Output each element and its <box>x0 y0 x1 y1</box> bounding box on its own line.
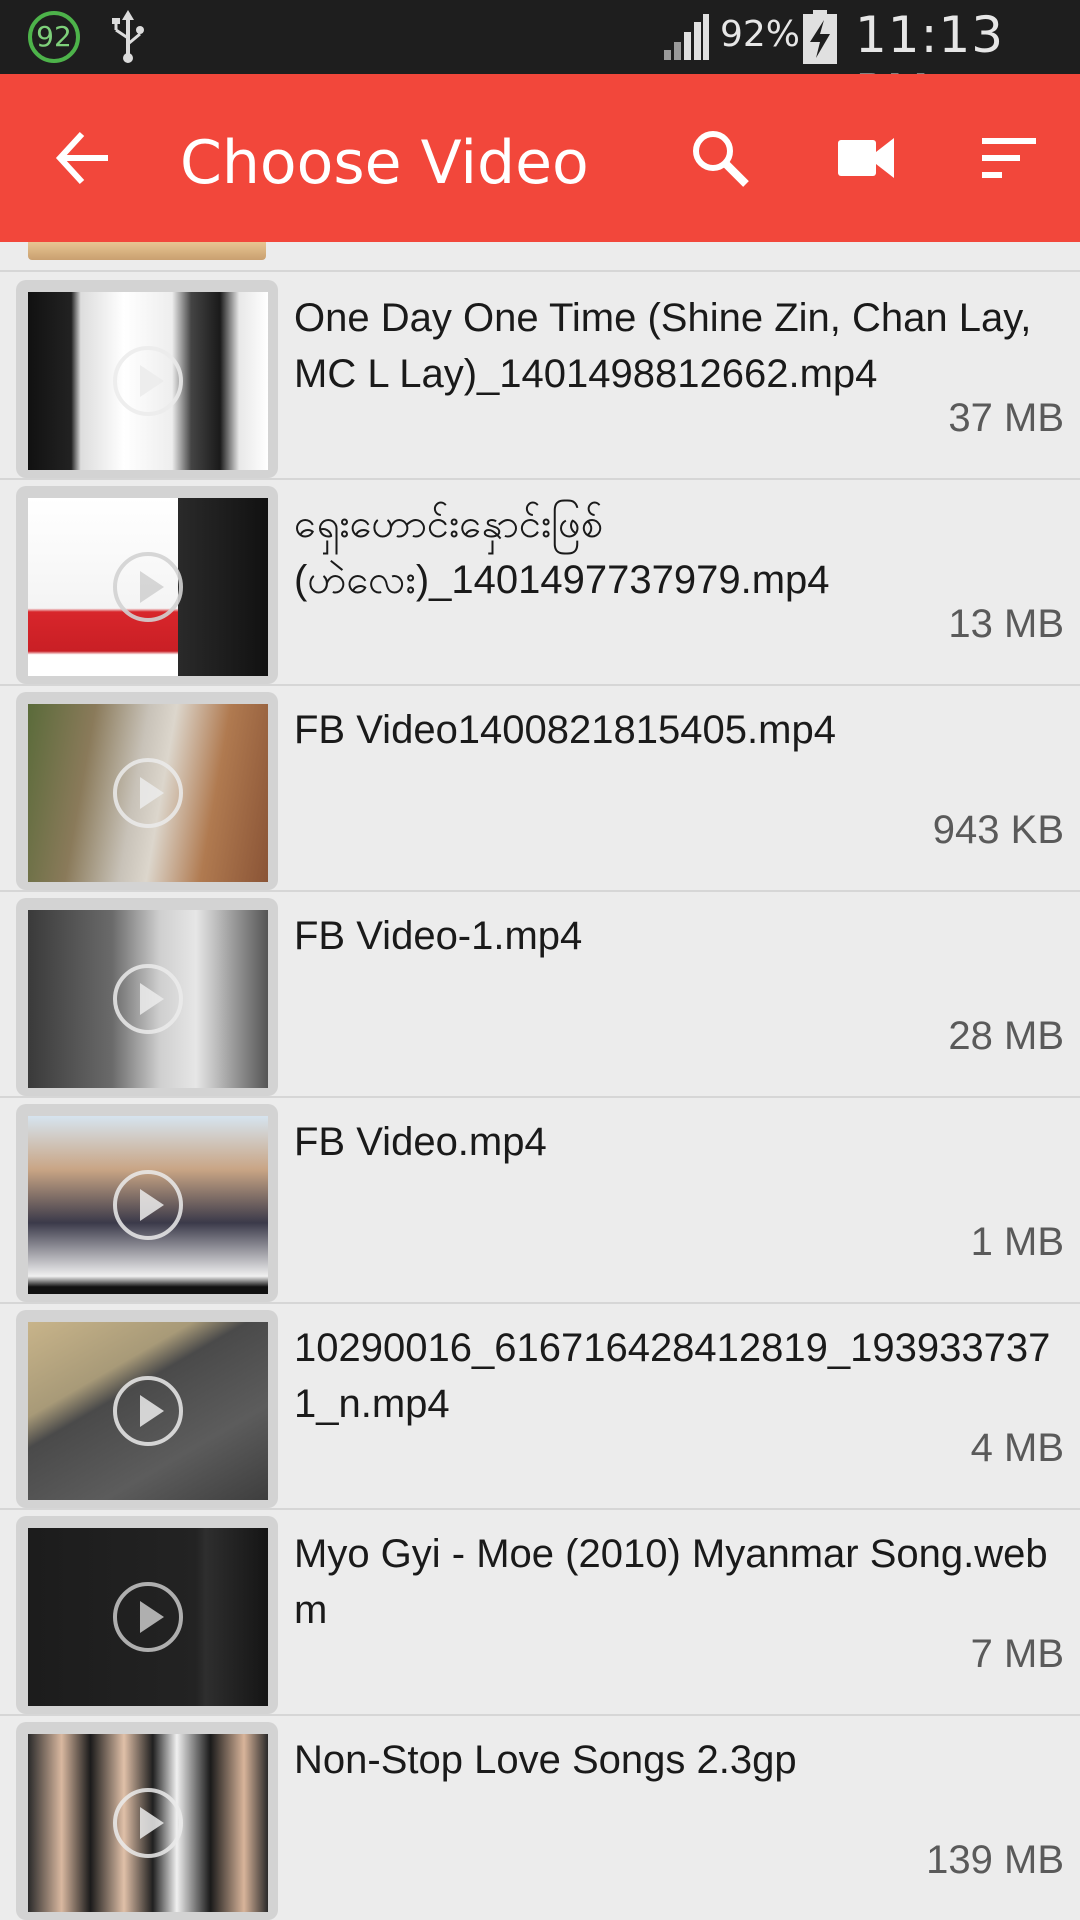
play-icon <box>113 552 183 622</box>
play-icon <box>113 758 183 828</box>
signal-icon <box>664 14 709 60</box>
video-thumbnail <box>28 1116 268 1294</box>
video-thumbnail <box>28 910 268 1088</box>
thumbnail-card[interactable] <box>16 1310 278 1508</box>
thumbnail-card[interactable] <box>16 486 278 684</box>
list-item[interactable]: One Day One Time (Shine Zin, Chan Lay, M… <box>0 274 1080 480</box>
video-title: Myo Gyi - Moe (2010) Myanmar Song.webm <box>294 1532 1048 1632</box>
video-title: ရှေးဟောင်းနှောင်းဖြစ် (ဟဲလေး)_1401497737… <box>294 502 830 602</box>
list-item[interactable]: ရှေးဟောင်းနှောင်းဖြစ် (ဟဲလေး)_1401497737… <box>0 480 1080 686</box>
status-bar: 92 92% 11:13 PM <box>0 0 1080 122</box>
play-icon <box>113 1788 183 1858</box>
page-title: Choose Video <box>180 128 589 198</box>
list-item[interactable]: FB Video.mp4 1 MB <box>0 1098 1080 1304</box>
thumbnail-card[interactable] <box>16 1722 278 1920</box>
notification-badge: 92 <box>28 11 80 63</box>
list-item[interactable]: 10290016_616716428412819_1939337371_n.mp… <box>0 1304 1080 1510</box>
video-title: Non-Stop Love Songs 2.3gp <box>294 1738 797 1782</box>
list-item-partial[interactable] <box>0 242 1080 272</box>
video-thumbnail <box>28 704 268 882</box>
video-thumbnail <box>28 292 268 470</box>
video-size: 7 MB <box>970 1632 1064 1676</box>
video-title: One Day One Time (Shine Zin, Chan Lay, M… <box>294 296 1032 396</box>
list-item[interactable]: FB Video-1.mp4 28 MB <box>0 892 1080 1098</box>
video-thumbnail <box>28 498 268 676</box>
video-title: FB Video-1.mp4 <box>294 914 583 958</box>
play-icon <box>113 1170 183 1240</box>
usb-icon <box>112 10 144 63</box>
thumbnail-card[interactable] <box>16 898 278 1096</box>
app-bar: Choose Video <box>0 74 1080 242</box>
thumbnail-card[interactable] <box>16 1516 278 1714</box>
thumbnail-card[interactable] <box>16 280 278 478</box>
video-thumbnail <box>28 1322 268 1500</box>
video-list[interactable]: One Day One Time (Shine Zin, Chan Lay, M… <box>0 242 1080 1920</box>
list-item[interactable]: Non-Stop Love Songs 2.3gp 139 MB <box>0 1716 1080 1920</box>
video-size: 4 MB <box>970 1426 1064 1470</box>
list-item[interactable]: Myo Gyi - Moe (2010) Myanmar Song.webm 7… <box>0 1510 1080 1716</box>
video-size: 139 MB <box>926 1838 1064 1882</box>
video-size: 1 MB <box>970 1220 1064 1264</box>
video-size: 13 MB <box>948 602 1064 646</box>
video-title: FB Video.mp4 <box>294 1120 547 1164</box>
video-thumbnail <box>28 242 266 260</box>
play-icon <box>113 1376 183 1446</box>
battery-percent: 92% <box>720 14 801 55</box>
sort-icon[interactable] <box>976 126 1040 190</box>
play-icon <box>113 1582 183 1652</box>
thumbnail-card[interactable] <box>16 1104 278 1302</box>
play-icon <box>113 964 183 1034</box>
thumbnail-card[interactable] <box>16 692 278 890</box>
play-icon <box>113 346 183 416</box>
video-title: 10290016_616716428412819_1939337371_n.mp… <box>294 1326 1051 1426</box>
search-icon[interactable] <box>688 126 752 190</box>
video-title: FB Video1400821815405.mp4 <box>294 708 836 752</box>
list-item[interactable]: FB Video1400821815405.mp4 943 KB <box>0 686 1080 892</box>
battery-charging-icon <box>803 10 837 64</box>
video-thumbnail <box>28 1734 268 1912</box>
video-size: 943 KB <box>932 808 1064 852</box>
video-camera-icon[interactable] <box>834 126 898 190</box>
video-size: 37 MB <box>948 396 1064 440</box>
video-thumbnail <box>28 1528 268 1706</box>
back-arrow-icon[interactable] <box>52 126 116 190</box>
video-size: 28 MB <box>948 1014 1064 1058</box>
